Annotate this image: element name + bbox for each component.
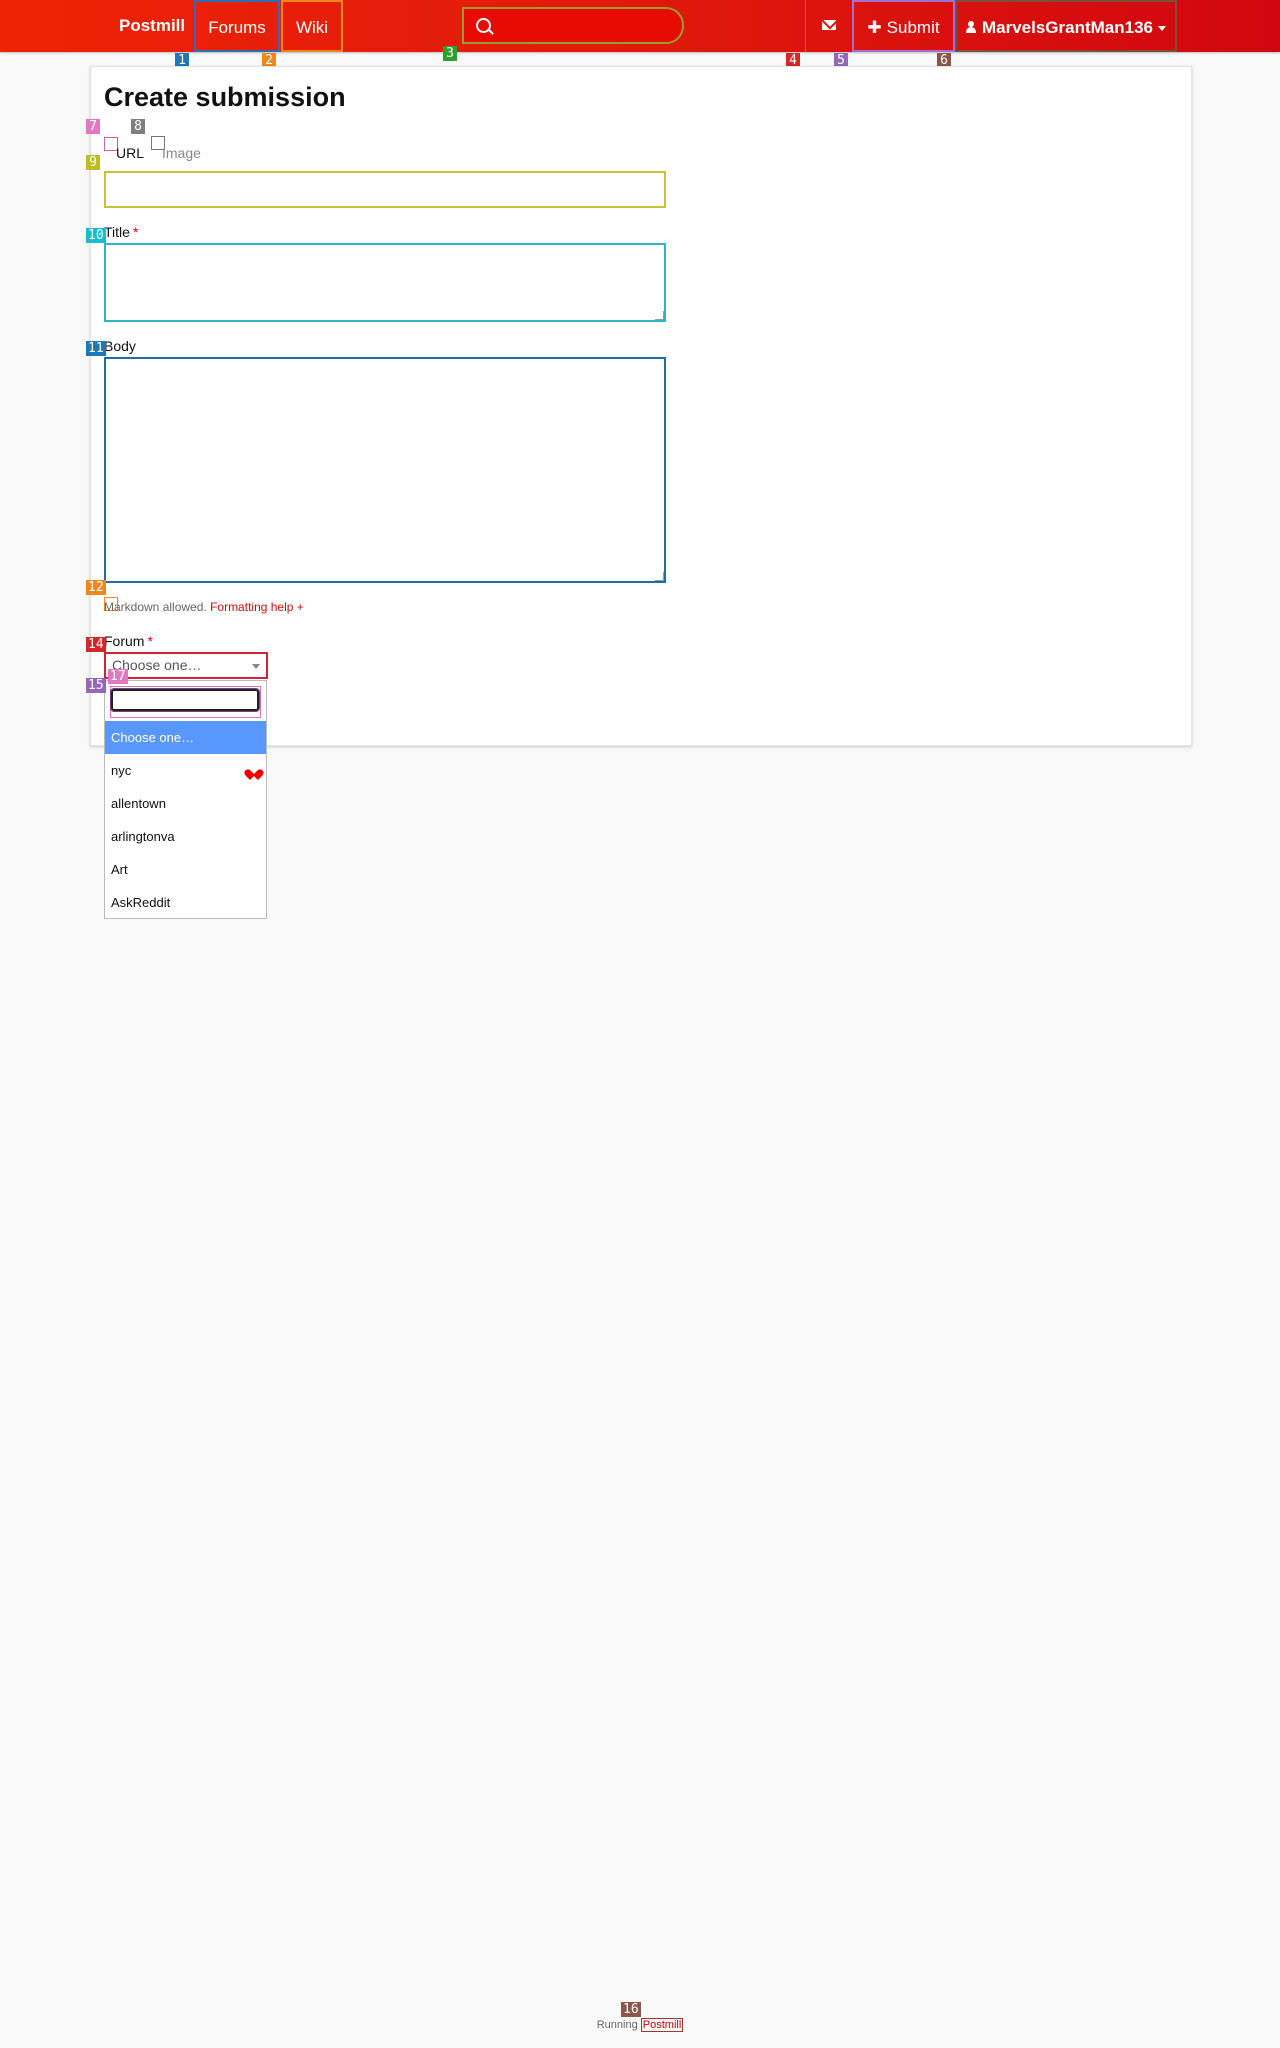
plus-icon: ✚ <box>867 18 882 37</box>
marker-badge: 3 <box>443 46 457 61</box>
brand-link[interactable]: Postmill <box>119 0 185 52</box>
url-field[interactable] <box>104 171 666 208</box>
marker-badge: 10 <box>86 228 106 243</box>
user-menu-button[interactable]: MarvelsGrantMan136 <box>955 0 1177 52</box>
search-input[interactable] <box>496 13 680 40</box>
user-icon <box>965 20 976 33</box>
marker-badge: 8 <box>131 119 145 134</box>
marker-badge: 17 <box>108 669 128 684</box>
marker-badge: 15 <box>86 678 106 693</box>
footer-postmill-link[interactable]: Postmill <box>640 2018 684 2032</box>
resize-grip-icon[interactable] <box>655 572 664 581</box>
submit-link[interactable]: ✚ Submit <box>852 0 955 52</box>
marker-badge: 7 <box>86 119 100 134</box>
url-radio-label[interactable]: URL <box>116 145 144 161</box>
forum-option[interactable]: Choose one… <box>105 721 266 754</box>
forum-option[interactable]: Art <box>105 853 266 886</box>
caret-down-icon <box>1158 26 1167 32</box>
marker-badge: 11 <box>86 341 106 356</box>
messages-link[interactable] <box>805 0 851 52</box>
dropdown-arrow-icon <box>252 664 260 669</box>
forum-label: Forum * <box>104 633 153 649</box>
envelope-icon <box>821 20 836 31</box>
submit-label: Submit <box>886 18 940 37</box>
marker-badge: 14 <box>86 637 106 652</box>
markdown-help-text: Markdown allowed. Formatting help + <box>104 600 304 614</box>
body-field[interactable] <box>104 357 666 583</box>
formatting-help-link[interactable]: Formatting help + <box>210 600 304 614</box>
image-radio-label[interactable]: Image <box>162 145 201 161</box>
forum-option[interactable]: AskReddit <box>105 886 266 919</box>
title-field[interactable] <box>104 243 666 322</box>
title-label: Title * <box>104 224 139 240</box>
forum-search-input[interactable] <box>110 688 260 712</box>
forum-option[interactable]: arlingtonva <box>105 820 266 853</box>
footer: Running Postmill <box>0 2018 1280 2032</box>
nav-wiki-link[interactable]: Wiki <box>281 0 343 52</box>
marker-badge: 9 <box>86 155 100 170</box>
search-icon <box>476 18 491 33</box>
forum-dropdown: Choose one… nyc allentown arlingtonva Ar… <box>104 680 267 919</box>
body-label: Body <box>104 338 136 354</box>
search-box[interactable] <box>462 7 684 44</box>
forum-select[interactable]: Choose one… <box>104 652 268 679</box>
forum-option[interactable]: nyc <box>105 754 266 787</box>
top-navbar: Postmill Forums Wiki ✚ Submit MarvelsGran… <box>0 0 1280 52</box>
heart-icon <box>248 765 260 776</box>
forum-option[interactable]: allentown <box>105 787 266 820</box>
resize-grip-icon[interactable] <box>655 311 664 320</box>
marker-badge: 12 <box>86 580 106 595</box>
nav-forums-link[interactable]: Forums <box>194 0 280 52</box>
marker-badge: 16 <box>621 2002 641 2017</box>
page-title: Create submission <box>104 82 346 112</box>
username-label: MarvelsGrantMan136 <box>981 18 1154 37</box>
footer-text: Running <box>596 2019 638 2031</box>
